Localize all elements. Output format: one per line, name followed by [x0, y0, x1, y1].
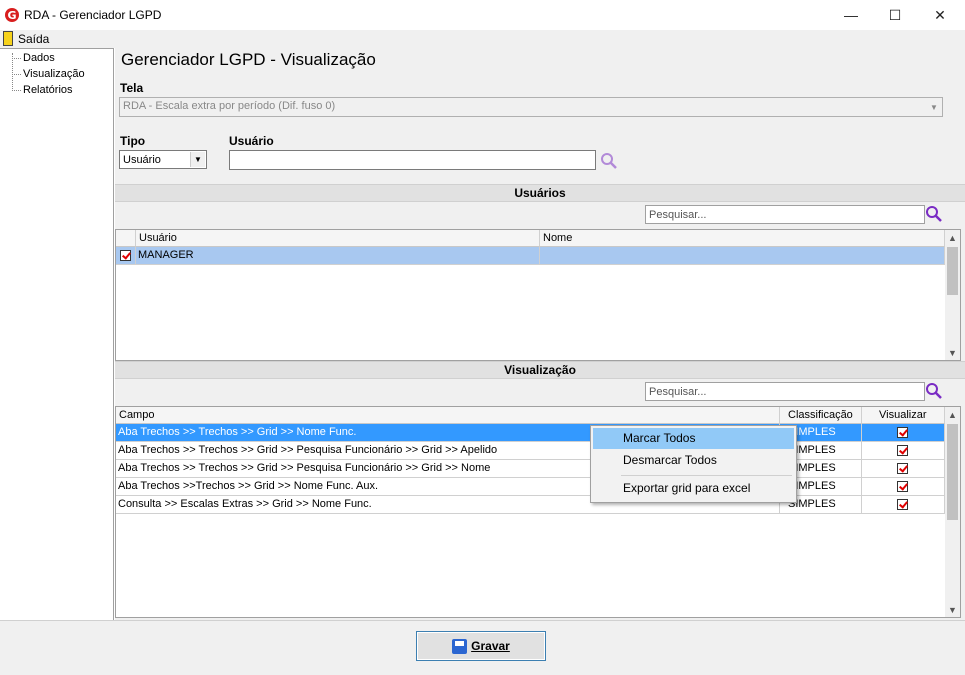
scroll-down-icon[interactable]: ▼ — [945, 345, 960, 360]
chevron-down-icon: ▼ — [190, 152, 205, 167]
usuarios-grid: Usuário Nome MANAGER ▲ ▼ — [115, 229, 961, 361]
page-title: Gerenciador LGPD - Visualização — [121, 50, 376, 69]
tela-value: RDA - Escala extra por período (Dif. fus… — [123, 100, 336, 112]
tree-item-relatorios[interactable]: Relatórios — [23, 84, 73, 96]
tree-item-dados[interactable]: Dados — [23, 52, 55, 64]
visualizacao-section-header: Visualização — [115, 361, 965, 379]
column-header-visualizar[interactable]: Visualizar — [862, 407, 945, 424]
tree-connector — [12, 58, 21, 59]
tree-connector — [12, 90, 21, 91]
context-menu-marcar-todos[interactable]: Marcar Todos — [593, 428, 794, 449]
usuario-label: Usuário — [229, 134, 274, 148]
visualizacao-search-placeholder: Pesquisar... — [649, 386, 707, 398]
table-row-nome[interactable] — [540, 247, 945, 265]
tela-combo[interactable]: RDA - Escala extra por período (Dif. fus… — [119, 97, 943, 117]
scroll-down-icon[interactable]: ▼ — [945, 602, 960, 617]
search-icon[interactable] — [925, 205, 943, 223]
usuarios-search-placeholder: Pesquisar... — [649, 209, 707, 221]
scroll-thumb[interactable] — [947, 424, 958, 520]
checkbox[interactable] — [897, 427, 908, 438]
column-header-campo[interactable]: Campo — [116, 407, 780, 424]
usuarios-search-input[interactable]: Pesquisar... — [645, 205, 925, 224]
scroll-thumb[interactable] — [947, 247, 958, 295]
search-icon[interactable] — [925, 382, 943, 400]
usuarios-section-header: Usuários — [115, 184, 965, 202]
minimize-button[interactable]: — — [828, 0, 874, 30]
table-row-usuario[interactable]: MANAGER — [136, 247, 540, 265]
save-button-label: Gravar — [471, 639, 510, 653]
save-button[interactable]: Gravar — [416, 631, 546, 661]
context-menu: Marcar Todos Desmarcar Todos Exportar gr… — [590, 425, 797, 503]
visualizacao-search-input[interactable]: Pesquisar... — [645, 382, 925, 401]
visualizacao-scrollbar[interactable]: ▲ ▼ — [945, 407, 960, 617]
window-title: RDA - Gerenciador LGPD — [24, 8, 162, 22]
checkbox[interactable] — [897, 445, 908, 456]
title-bar: G RDA - Gerenciador LGPD — ☐ ✕ — [0, 0, 965, 31]
sidebar-tree: Dados Visualização Relatórios — [0, 48, 114, 620]
column-header-check — [116, 230, 136, 247]
tipo-label: Tipo — [120, 134, 146, 148]
table-row-visualizar[interactable] — [862, 424, 945, 442]
svg-text:G: G — [7, 9, 16, 22]
visualizacao-grid: Campo Classificação Visualizar Aba Trech… — [115, 406, 961, 618]
search-icon[interactable] — [600, 152, 618, 170]
column-header-usuario[interactable]: Usuário — [136, 230, 540, 247]
row-check-cell[interactable] — [116, 247, 136, 265]
checkbox[interactable] — [897, 481, 908, 492]
table-row-visualizar[interactable] — [862, 442, 945, 460]
usuario-input[interactable] — [229, 150, 596, 170]
tree-item-visualizacao[interactable]: Visualização — [23, 68, 85, 80]
tree-connector — [12, 74, 21, 75]
floppy-disk-icon — [452, 638, 468, 654]
context-menu-separator — [621, 475, 792, 476]
tipo-select[interactable]: Usuário ▼ — [119, 150, 207, 169]
table-row-visualizar[interactable] — [862, 460, 945, 478]
tela-label: Tela — [120, 81, 144, 95]
context-menu-desmarcar-todos[interactable]: Desmarcar Todos — [593, 450, 794, 471]
column-header-classificacao[interactable]: Classificação — [780, 407, 862, 424]
app-logo-icon: G — [5, 8, 19, 22]
checkbox[interactable] — [120, 250, 131, 261]
scroll-up-icon[interactable]: ▲ — [945, 230, 960, 245]
usuarios-scrollbar[interactable]: ▲ ▼ — [945, 230, 960, 360]
exit-icon — [3, 31, 13, 46]
table-row-visualizar[interactable] — [862, 496, 945, 514]
checkbox[interactable] — [897, 499, 908, 510]
menu-exit[interactable]: Saída — [18, 32, 49, 46]
maximize-button[interactable]: ☐ — [872, 0, 918, 30]
table-row-visualizar[interactable] — [862, 478, 945, 496]
context-menu-exportar-excel[interactable]: Exportar grid para excel — [593, 478, 794, 499]
checkbox[interactable] — [897, 463, 908, 474]
tipo-value: Usuário — [123, 154, 161, 166]
menu-bar: Saída — [0, 30, 965, 48]
chevron-down-icon: ▼ — [930, 102, 938, 112]
column-header-nome[interactable]: Nome — [540, 230, 945, 247]
close-button[interactable]: ✕ — [917, 0, 963, 30]
scroll-up-icon[interactable]: ▲ — [945, 407, 960, 422]
